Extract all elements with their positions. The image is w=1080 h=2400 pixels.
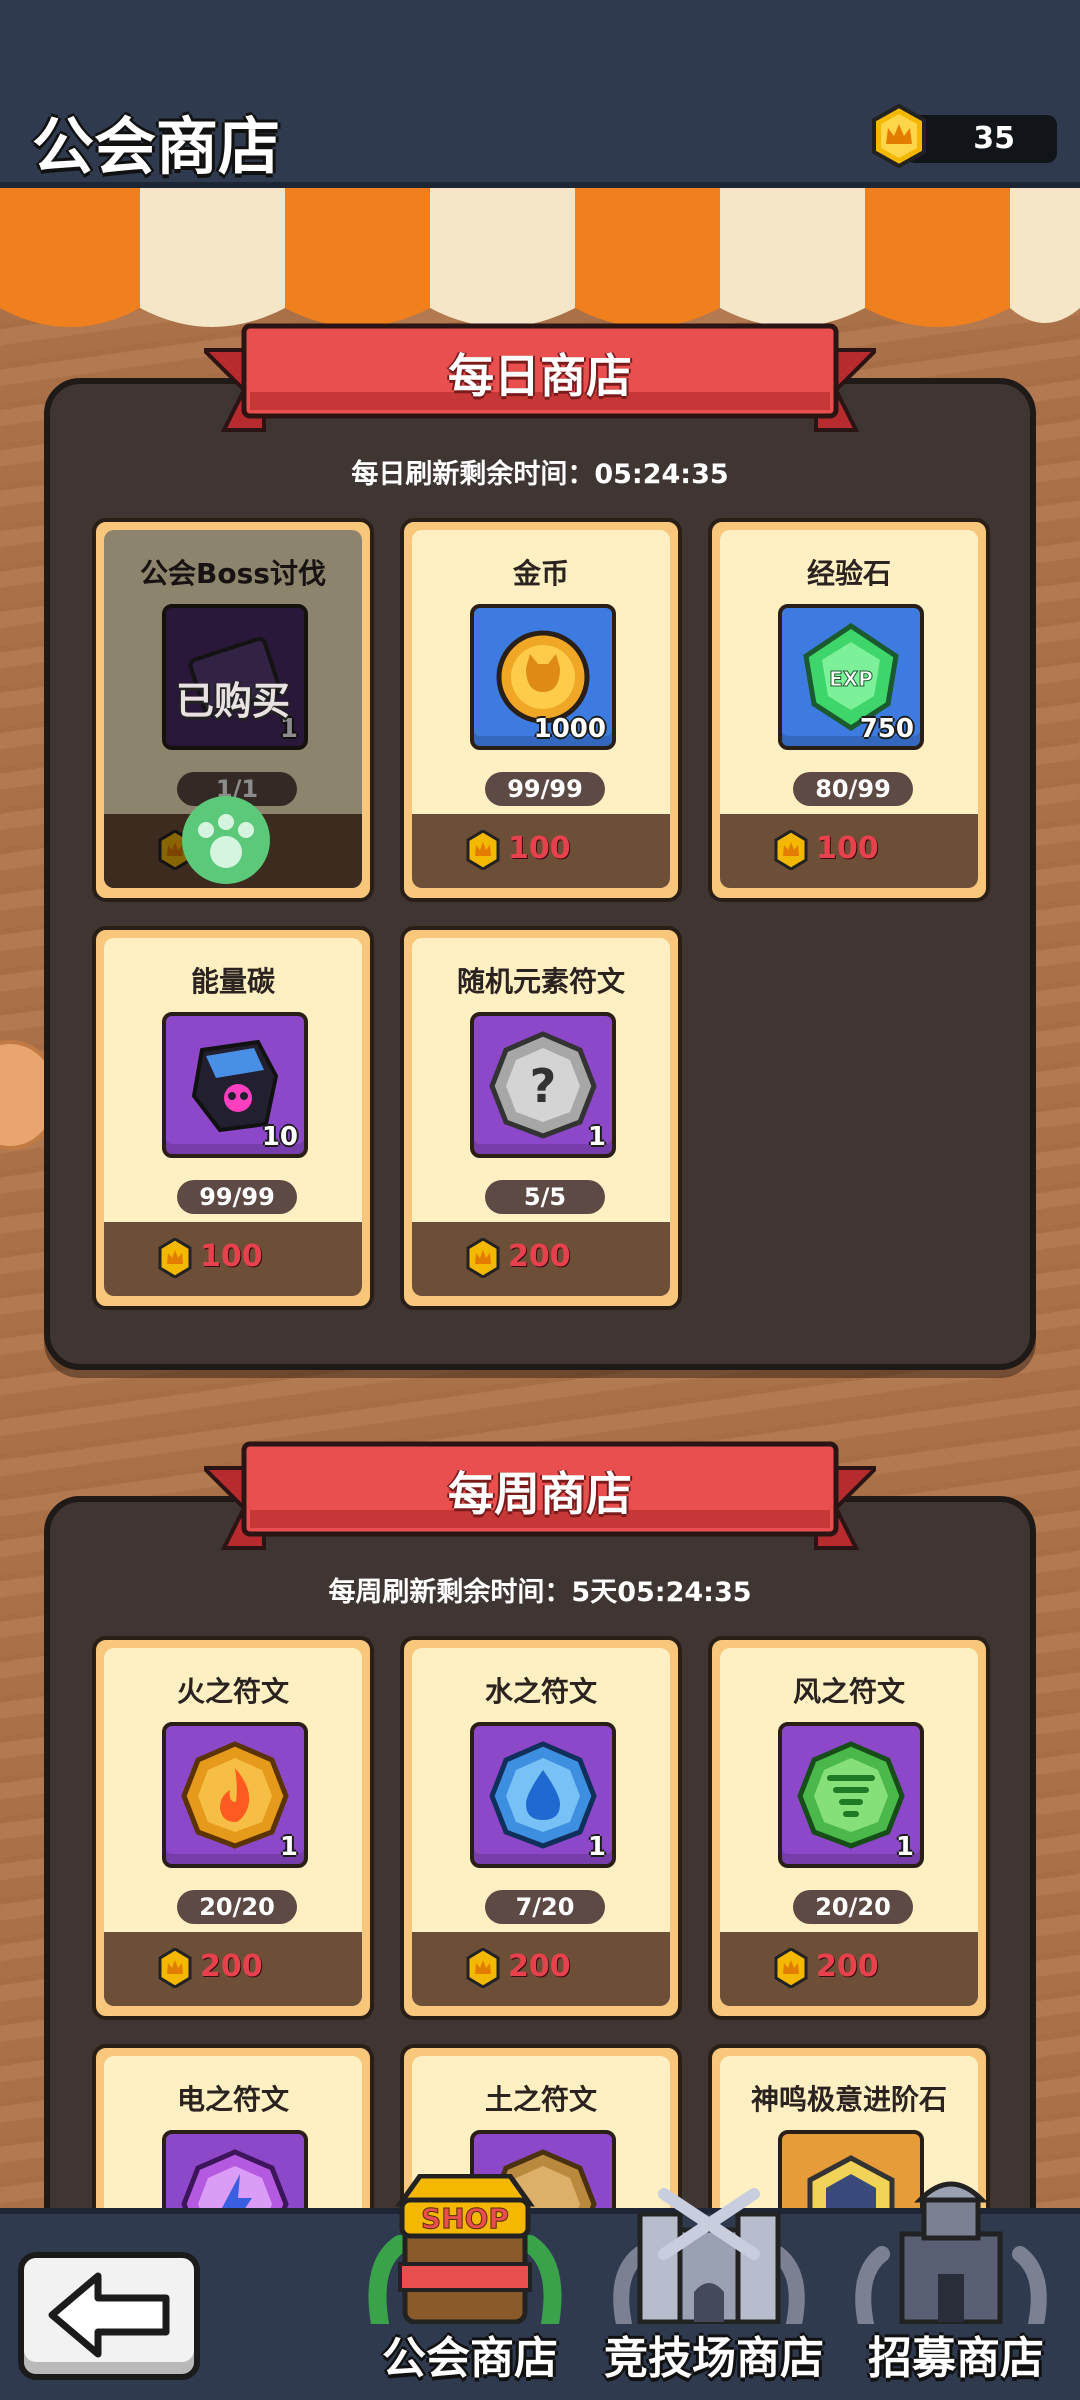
tab-recruit-shop[interactable]: 招募商店 xyxy=(826,2174,1080,2400)
buy-button[interactable]: 200 xyxy=(104,1932,362,2006)
item-name: 土之符文 xyxy=(484,2083,597,2116)
item-price: 200 xyxy=(508,1239,571,1274)
shop-item-exp-stone[interactable]: 经验石 EXP 750 80/99 100 xyxy=(708,518,990,902)
item-quantity: 1 xyxy=(587,1122,606,1152)
buy-button[interactable]: 200 xyxy=(720,1932,978,2006)
weekly-shop-title: 每周商店 xyxy=(448,1467,632,1521)
buy-button[interactable]: 200 xyxy=(412,1932,670,2006)
item-price: 100 xyxy=(200,1239,263,1274)
item-quantity: 1 xyxy=(895,1832,914,1862)
purchased-label: 已购买 xyxy=(175,679,290,723)
shop-item-gold[interactable]: 金币 1000 99/99 100 xyxy=(400,518,682,902)
item-quantity: 1 xyxy=(587,1832,606,1862)
item-name: 火之符文 xyxy=(176,1675,289,1708)
daily-refresh-timer: 每日刷新剩余时间：05:24:35 xyxy=(351,459,729,490)
shop-item-fire-rune[interactable]: 火之符文 1 20/20 200 xyxy=(92,1636,374,2020)
item-quantity: 1000 xyxy=(533,714,606,744)
item-name: 风之符文 xyxy=(792,1675,905,1708)
guild-coin-icon xyxy=(774,830,808,870)
item-price: 100 xyxy=(816,831,879,866)
shop-item-guild-boss[interactable]: 公会Boss讨伐 1 1/1 100 已购买 xyxy=(92,518,374,902)
top-bar: 公会商店 35 xyxy=(0,0,1080,188)
guild-coin-icon xyxy=(872,104,926,168)
item-name: 水之符文 xyxy=(484,1675,597,1708)
item-stock: 20/20 xyxy=(793,1890,913,1924)
item-price: 200 xyxy=(200,1949,263,1984)
item-name: 经验石 xyxy=(806,557,891,590)
guild-coin-icon xyxy=(158,1238,192,1278)
item-stock: 5/5 xyxy=(485,1180,605,1214)
item-stock: 99/99 xyxy=(177,1180,297,1214)
item-quantity: 10 xyxy=(261,1122,298,1152)
shop-item-random-rune[interactable]: 随机元素符文 ? 1 5/5 200 xyxy=(400,926,682,1310)
back-arrow-icon xyxy=(48,2272,170,2358)
paw-stamp-icon xyxy=(182,796,270,884)
item-name: 神鸣极意进阶石 xyxy=(750,2083,947,2116)
buy-button[interactable]: 100 xyxy=(412,814,670,888)
tab-arena-shop[interactable]: 竞技场商店 xyxy=(584,2174,844,2400)
recruit-tower-icon xyxy=(855,2181,1047,2324)
item-stock: 20/20 xyxy=(177,1890,297,1924)
item-stock: 99/99 xyxy=(485,772,605,806)
item-name: 金币 xyxy=(512,557,569,590)
shop-item-water-rune[interactable]: 水之符文 1 7/20 200 xyxy=(400,1636,682,2020)
guild-coin-icon xyxy=(466,1238,500,1278)
item-name: 能量碳 xyxy=(190,965,275,998)
shop-icon: SHOP xyxy=(368,2174,562,2324)
item-stock: 80/99 xyxy=(793,772,913,806)
item-price: 200 xyxy=(816,1949,879,1984)
svg-text:?: ? xyxy=(530,1059,557,1113)
buy-button[interactable]: 100 xyxy=(720,814,978,888)
bottom-navigation: SHOP 公会商店 竞技场商店 招募商店 xyxy=(0,2174,1080,2400)
item-price: 100 xyxy=(508,831,571,866)
tab-label: 招募商店 xyxy=(868,2333,1044,2384)
shop-badge-text: SHOP xyxy=(421,2202,509,2235)
shop-item-wind-rune[interactable]: 风之符文 1 20/20 200 xyxy=(708,1636,990,2020)
tab-label: 公会商店 xyxy=(382,2333,558,2384)
tab-label: 竞技场商店 xyxy=(604,2333,824,2384)
guild-coin-icon xyxy=(158,1948,192,1988)
item-stock: 7/20 xyxy=(485,1890,605,1924)
guild-coin-value: 35 xyxy=(973,121,1015,156)
tab-guild-shop[interactable]: SHOP 公会商店 xyxy=(340,2174,600,2400)
svg-text:EXP: EXP xyxy=(829,667,873,691)
daily-shop-title: 每日商店 xyxy=(448,349,632,403)
page-title: 公会商店 xyxy=(32,110,281,183)
item-price: 200 xyxy=(508,1949,571,1984)
arena-castle-icon xyxy=(613,2188,805,2324)
buy-button[interactable]: 100 xyxy=(104,1222,362,1296)
back-button[interactable] xyxy=(18,2252,200,2380)
weekly-refresh-timer: 每周刷新剩余时间：5天05:24:35 xyxy=(328,1577,752,1608)
guild-coin-icon xyxy=(466,1948,500,1988)
item-quantity: 750 xyxy=(859,714,914,744)
wind-rune-icon xyxy=(797,1741,905,1849)
water-rune-icon xyxy=(489,1741,597,1849)
fire-rune-icon xyxy=(181,1741,289,1849)
item-name: 公会Boss讨伐 xyxy=(140,557,326,590)
item-name: 电之符文 xyxy=(176,2083,289,2116)
guild-coin-icon xyxy=(466,830,500,870)
item-quantity: 1 xyxy=(279,1832,298,1862)
shop-item-energy-carbon[interactable]: 能量碳 10 99/99 100 xyxy=(92,926,374,1310)
buy-button[interactable]: 200 xyxy=(412,1222,670,1296)
guild-coin-icon xyxy=(774,1948,808,1988)
item-name: 随机元素符文 xyxy=(456,965,625,998)
random-rune-icon: ? xyxy=(489,1031,597,1139)
